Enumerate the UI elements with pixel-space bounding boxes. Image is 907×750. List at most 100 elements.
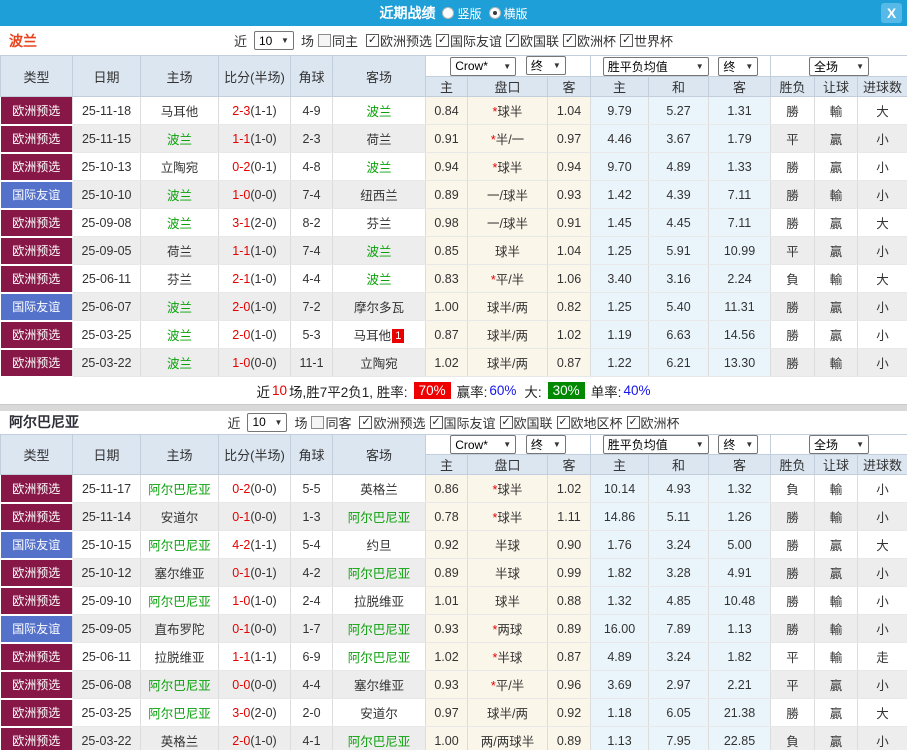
same-venue-checkbox[interactable]: 同主 [317, 31, 358, 50]
away-team-cell[interactable]: 阿尔巴尼亚 [332, 558, 426, 587]
result-cell: 負 [770, 474, 816, 503]
handicap-home-odds-cell: 0.98 [425, 208, 468, 237]
recent-count-select[interactable]: 10 ▼ [247, 412, 288, 432]
odds-company-select[interactable]: Crow* ▼ [450, 56, 517, 76]
chevron-down-icon: ▼ [745, 439, 754, 449]
handicap-away-odds-cell: 1.11 [547, 502, 591, 531]
match-row: 欧洲预选 25-09-08 波兰 3-1(2-0) 8-2 芬兰 0.98 一/球半 0.91 1… [0, 208, 907, 238]
col-date: 日期 [72, 55, 141, 97]
score-cell: 0-1(0-1) [218, 558, 291, 587]
filter-checkbox[interactable]: ✓ 欧洲杯 [626, 413, 680, 432]
avg-time-select[interactable]: 终 ▼ [718, 56, 759, 76]
radio-selected-icon [488, 7, 501, 19]
chevron-down-icon: ▼ [695, 439, 704, 449]
filter-checkbox[interactable]: ✓ 欧国联 [506, 31, 559, 50]
filter-checkbox[interactable]: ✓ 欧洲杯 [563, 31, 616, 50]
match-row: 国际友谊 25-06-07 波兰 2-0(1-0) 7-2 摩尔多瓦 1.00 球半/两 0.8… [0, 292, 907, 322]
filter-checkbox[interactable]: ✓ 欧地区杯 [556, 413, 623, 432]
avg-home-odds-cell: 3.40 [590, 264, 649, 293]
handicap-away-odds-cell: 1.02 [547, 320, 591, 349]
score-cell: 1-0(1-0) [218, 586, 291, 615]
match-row: 欧洲预选 25-11-15 波兰 1-1(1-0) 2-3 荷兰 0.91 *半/一 0.97 4… [0, 124, 907, 154]
near-label: 近 [233, 34, 247, 49]
result-cell: 勝 [770, 292, 816, 321]
home-team-cell[interactable]: 波兰 [140, 320, 219, 349]
handicap-cell: 球半/两 [467, 348, 548, 377]
odds-company-select[interactable]: Crow* ▼ [450, 435, 517, 454]
team-name[interactable]: 阿尔巴尼亚 [9, 412, 79, 432]
full-match-select[interactable]: 全场 ▼ [809, 434, 870, 454]
filter-checkbox[interactable]: ✓ 世界杯 [620, 31, 673, 50]
chevron-down-icon: ▼ [503, 440, 512, 449]
home-team-cell[interactable]: 波兰 [140, 348, 219, 377]
single-value: 40% [623, 383, 651, 398]
same-venue-checkbox[interactable]: 同客 [311, 413, 351, 432]
filter-checkbox[interactable]: ✓ 国际友谊 [429, 413, 496, 432]
handicap-home-odds-cell: 0.94 [425, 152, 468, 181]
section-albania: 阿尔巴尼亚 近 10 ▼ 场 同客 ✓ 欧洲预选 ✓ 国际友谊 ✓ 欧国联 ✓ 欧地区杯 ✓ 欧洲杯… [0, 410, 907, 750]
away-team-cell: 芬兰 [332, 208, 426, 237]
avg-time-select[interactable]: 终 ▼ [718, 434, 759, 454]
goals-result-cell: 大 [857, 208, 907, 237]
filter-checkbox[interactable]: ✓ 国际友谊 [436, 31, 502, 50]
initial-odds-marker: * [490, 273, 496, 287]
recent-count-select[interactable]: 10 ▼ [253, 31, 294, 50]
score-cell: 2-0(1-0) [218, 726, 291, 750]
away-team-cell[interactable]: 阿尔巴尼亚 [332, 642, 426, 671]
avg-away-odds-cell: 1.79 [708, 124, 772, 153]
avg-type-select[interactable]: 胜平负均值 ▼ [602, 56, 709, 76]
full-match-select[interactable]: 全场 ▼ [809, 56, 870, 76]
avg-home-odds-cell: 3.69 [590, 670, 649, 699]
chevron-down-icon: ▼ [552, 61, 561, 71]
avg-away-odds-cell: 21.38 [708, 698, 772, 727]
result-cell: 平 [770, 642, 816, 671]
team-name[interactable]: 波兰 [9, 31, 37, 51]
filter-checkbox[interactable]: ✓ 欧洲预选 [365, 31, 432, 50]
away-team-cell[interactable]: 阿尔巴尼亚 [332, 614, 426, 643]
away-team-cell[interactable]: 波兰 [332, 264, 426, 293]
home-team-cell: 塞尔维亚 [140, 558, 219, 587]
away-team-cell[interactable]: 阿尔巴尼亚 [332, 502, 426, 531]
competition-cell: 欧洲预选 [0, 558, 73, 588]
filter-checkbox[interactable]: ✓ 欧洲预选 [359, 413, 426, 432]
avg-type-select[interactable]: 胜平负均值 ▼ [602, 434, 709, 454]
odds-time-select[interactable]: 终 ▼ [525, 434, 566, 454]
layout-radio-vertical[interactable]: 竖版 [442, 5, 482, 22]
avg-group-header: 胜平负均值 ▼ 终 ▼ [589, 55, 772, 77]
away-team-cell[interactable]: 波兰 [332, 96, 426, 125]
score-cell: 0-1(0-0) [218, 614, 291, 643]
handicap-cell: 球半 [467, 236, 548, 265]
handicap-away-odds-cell: 1.02 [547, 474, 591, 503]
home-team-cell[interactable]: 阿尔巴尼亚 [140, 474, 219, 503]
avg-draw-odds-cell: 4.39 [648, 180, 709, 209]
home-team-cell[interactable]: 波兰 [140, 208, 219, 237]
handicap-result-cell: 贏 [814, 236, 859, 265]
home-team-cell[interactable]: 阿尔巴尼亚 [140, 586, 219, 615]
home-team-cell[interactable]: 阿尔巴尼亚 [140, 698, 219, 727]
full-group-header: 全场 ▼ [770, 433, 907, 455]
home-team-cell[interactable]: 阿尔巴尼亚 [140, 530, 219, 559]
goals-result-cell: 小 [857, 558, 907, 587]
filter-checkbox[interactable]: ✓ 欧国联 [499, 413, 553, 432]
away-team-cell[interactable]: 波兰 [332, 152, 426, 181]
avg-home-odds-cell: 1.25 [590, 292, 649, 321]
home-team-cell[interactable]: 波兰 [140, 124, 219, 153]
result-cell: 平 [770, 236, 816, 265]
home-team-cell[interactable]: 波兰 [140, 180, 219, 209]
home-team-cell[interactable]: 波兰 [140, 292, 219, 321]
avg-away-odds-cell: 4.91 [708, 558, 772, 587]
checkbox-checked-icon: ✓ [365, 34, 379, 47]
avg-draw-odds-cell: 6.21 [648, 348, 709, 377]
filter-label: 世界杯 [634, 34, 674, 49]
result-cell: 勝 [770, 320, 816, 349]
home-team-cell[interactable]: 阿尔巴尼亚 [140, 670, 219, 699]
layout-radio-horizontal[interactable]: 横版 [488, 5, 528, 22]
odds-time-select[interactable]: 终 ▼ [525, 56, 566, 76]
score-cell: 2-3(1-1) [218, 96, 291, 125]
away-team-cell[interactable]: 阿尔巴尼亚 [332, 726, 426, 750]
close-button[interactable]: X [881, 3, 902, 23]
away-team-cell[interactable]: 波兰 [332, 236, 426, 265]
goals-result-cell: 小 [857, 124, 907, 153]
handicap-home-odds-cell: 0.85 [425, 236, 468, 265]
score-cell: 2-1(1-0) [218, 264, 291, 293]
